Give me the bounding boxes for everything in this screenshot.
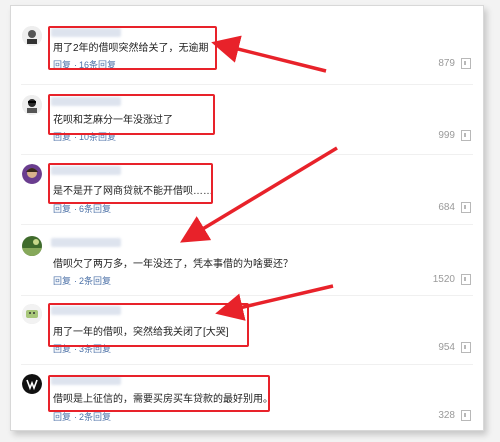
user-avatar[interactable] <box>22 374 42 394</box>
comment-item: 花呗和芝麻分一年没涨过了 回复 · 10条回复 999 <box>11 89 483 159</box>
divider <box>21 224 473 225</box>
like-area[interactable]: 328 <box>438 410 471 421</box>
comment-actions: 回复 · 2条回复 <box>53 412 112 422</box>
comment-text: 用了一年的借呗，突然给我关闭了[大哭] <box>53 327 229 338</box>
comment-text: 借呗欠了两万多，一年没还了，凭本事借的为啥要还？ <box>53 259 293 270</box>
like-area[interactable]: 1520 <box>433 274 471 285</box>
user-avatar[interactable] <box>22 26 42 46</box>
user-avatar[interactable] <box>22 164 42 184</box>
username-blurred[interactable] <box>51 376 121 385</box>
username-blurred[interactable] <box>51 306 121 315</box>
replies-count-link[interactable]: 16条回复 <box>79 60 116 70</box>
like-area[interactable]: 879 <box>438 58 471 69</box>
divider <box>21 295 473 296</box>
thumb-up-icon[interactable] <box>461 58 471 69</box>
comment-item: 是不是开了网商贷就不能开借呗…… 回复 · 6条回复 684 <box>11 158 483 228</box>
comment-actions: 回复 · 3条回复 <box>53 344 112 354</box>
replies-count-link[interactable]: 2条回复 <box>79 276 111 286</box>
like-count: 328 <box>438 410 455 421</box>
like-count: 999 <box>438 130 455 141</box>
username-blurred[interactable] <box>51 166 121 175</box>
thumb-up-icon[interactable] <box>461 342 471 353</box>
comment-item: 借呗欠了两万多，一年没还了，凭本事借的为啥要还？ 回复 · 2条回复 1520 <box>11 230 483 300</box>
comment-item: 借呗是上征信的，需要买房买车贷款的最好别用。 回复 · 2条回复 328 <box>11 368 483 438</box>
thumb-up-icon[interactable] <box>461 274 471 285</box>
comment-text: 是不是开了网商贷就不能开借呗…… <box>53 186 213 197</box>
thumb-up-icon[interactable] <box>461 202 471 213</box>
username-blurred[interactable] <box>51 238 121 247</box>
comment-text: 用了2年的借呗突然给关了，无逾期 <box>53 43 209 54</box>
user-avatar[interactable] <box>22 304 42 324</box>
divider <box>21 84 473 85</box>
divider <box>21 364 473 365</box>
like-area[interactable]: 954 <box>438 342 471 353</box>
reply-button[interactable]: 回复 <box>53 132 71 142</box>
user-avatar[interactable] <box>22 95 42 115</box>
like-count: 1520 <box>432 274 455 285</box>
reply-button[interactable]: 回复 <box>53 204 71 214</box>
replies-count-link[interactable]: 3条回复 <box>79 344 111 354</box>
replies-count-link[interactable]: 10条回复 <box>79 132 116 142</box>
like-count: 954 <box>438 342 455 353</box>
comment-actions: 回复 · 10条回复 <box>53 132 117 142</box>
comment-text: 借呗是上征信的，需要买房买车贷款的最好别用。 <box>53 394 273 405</box>
reply-button[interactable]: 回复 <box>53 276 71 286</box>
comment-item: 用了一年的借呗，突然给我关闭了[大哭] 回复 · 3条回复 954 <box>11 298 483 368</box>
replies-count-link[interactable]: 6条回复 <box>79 204 111 214</box>
thumb-up-icon[interactable] <box>461 410 471 421</box>
reply-button[interactable]: 回复 <box>53 60 71 70</box>
user-avatar[interactable] <box>22 236 42 256</box>
username-blurred[interactable] <box>51 97 121 106</box>
comment-actions: 回复 · 16条回复 <box>53 60 117 70</box>
reply-button[interactable]: 回复 <box>53 412 71 422</box>
like-count: 684 <box>438 202 455 213</box>
like-area[interactable]: 684 <box>438 202 471 213</box>
comment-text: 花呗和芝麻分一年没涨过了 <box>53 115 173 126</box>
like-area[interactable]: 999 <box>438 130 471 141</box>
thumb-up-icon[interactable] <box>461 130 471 141</box>
comment-actions: 回复 · 6条回复 <box>53 204 112 214</box>
username-blurred[interactable] <box>51 28 121 37</box>
comment-item: 用了2年的借呗突然给关了，无逾期 回复 · 16条回复 879 <box>11 20 483 90</box>
divider <box>21 154 473 155</box>
comment-actions: 回复 · 2条回复 <box>53 276 112 286</box>
replies-count-link[interactable]: 2条回复 <box>79 412 111 422</box>
reply-button[interactable]: 回复 <box>53 344 71 354</box>
comment-list-panel: 用了2年的借呗突然给关了，无逾期 回复 · 16条回复 879 花呗和芝麻分一年没涨… <box>10 5 484 431</box>
like-count: 879 <box>438 58 455 69</box>
